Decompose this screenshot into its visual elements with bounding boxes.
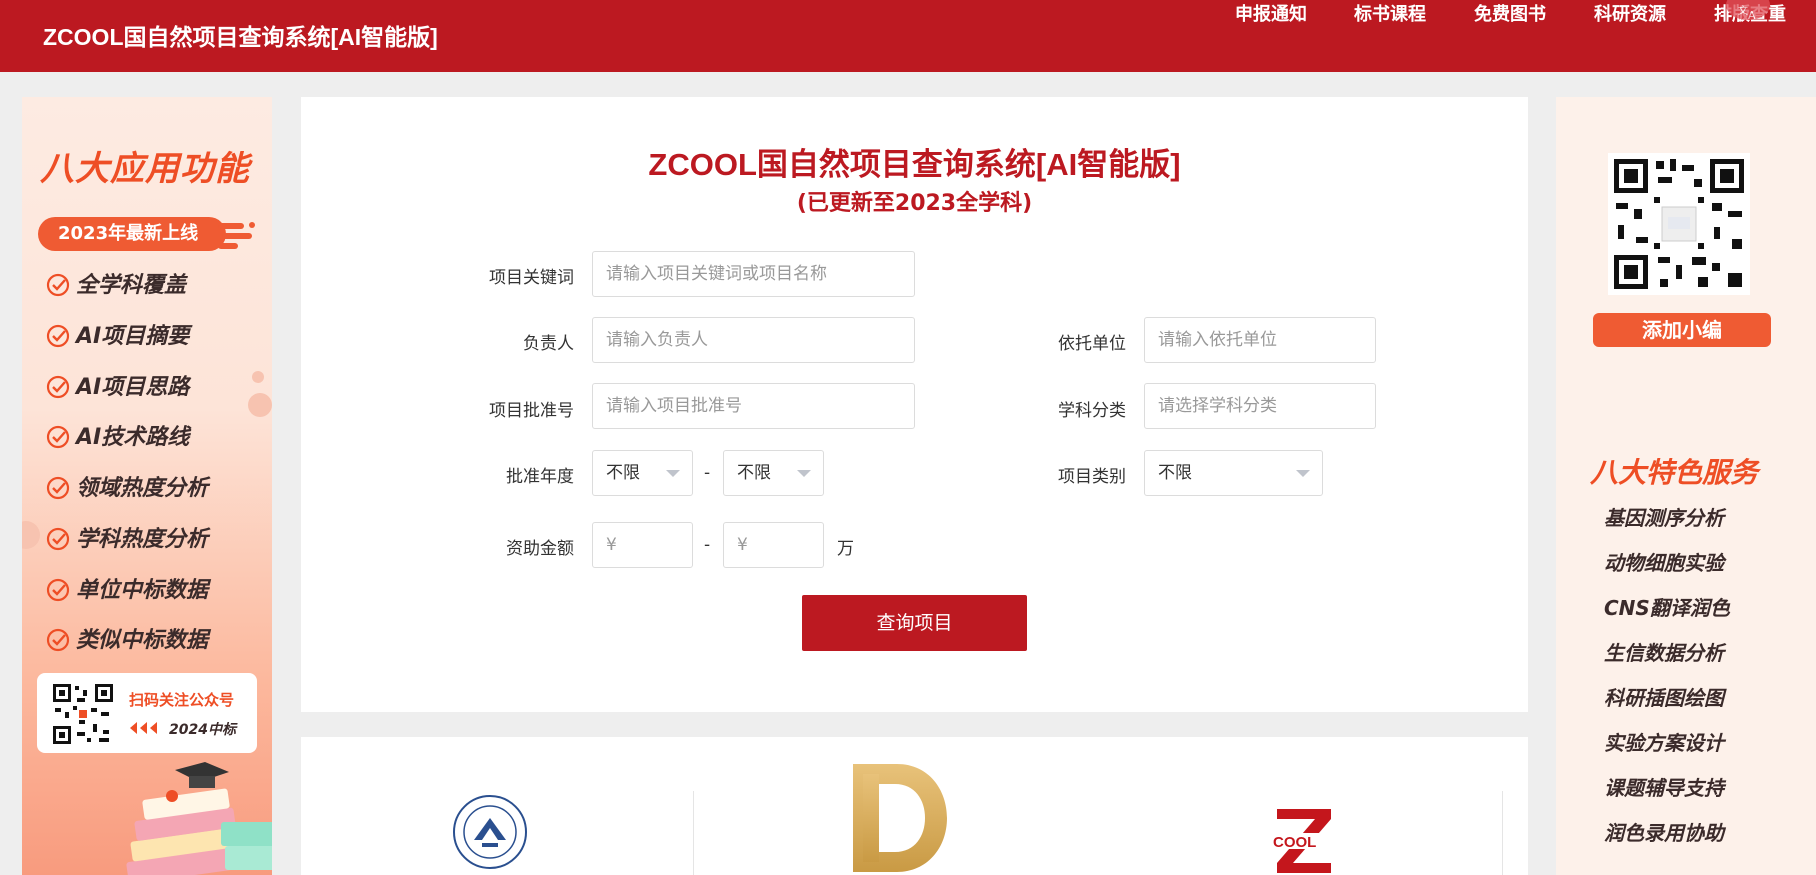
leader-label: 负责人 bbox=[523, 334, 574, 354]
decor-dots-icon bbox=[248, 371, 272, 417]
service-item: CNS翻译润色 bbox=[1604, 596, 1730, 620]
search-button[interactable]: 查询项目 bbox=[802, 595, 1027, 651]
chevron-down-icon bbox=[666, 470, 680, 477]
discipline-select[interactable]: 请选择学科分类 bbox=[1144, 383, 1376, 429]
left-feature-8: 类似中标数据 bbox=[46, 622, 246, 653]
year-from-select[interactable]: 不限 bbox=[592, 450, 693, 496]
check-circle-icon bbox=[46, 375, 70, 399]
institution-input[interactable]: 请输入依托单位 bbox=[1144, 317, 1376, 363]
site-brand[interactable]: ZCOOL国自然项目查询系统[AI智能版] bbox=[43, 18, 438, 52]
left-feature-5: 领域热度分析 bbox=[46, 470, 246, 501]
service-item: 课题辅导支持 bbox=[1604, 776, 1724, 800]
left-feature-label: AI项目摘要 bbox=[76, 324, 190, 349]
category-select[interactable]: 不限 bbox=[1144, 450, 1323, 496]
left-feature-label: 领域热度分析 bbox=[76, 476, 209, 501]
chevron-down-icon bbox=[797, 470, 811, 477]
left-banner-badge: 2023年最新上线 bbox=[38, 217, 226, 251]
svg-text:A: A bbox=[1748, 9, 1756, 22]
svg-text:COOL: COOL bbox=[1273, 834, 1316, 851]
badge-speed-lines-icon bbox=[218, 222, 255, 249]
check-circle-icon bbox=[46, 476, 70, 500]
left-qr-box: 扫码关注公众号 2024中标 bbox=[37, 673, 257, 753]
nav-item-resources[interactable]: 科研资源 bbox=[1594, 0, 1666, 26]
keyword-input[interactable]: 请输入项目关键词或项目名称 bbox=[592, 251, 915, 297]
funding-label: 资助金额 bbox=[506, 539, 574, 559]
service-item: 动物细胞实验 bbox=[1604, 551, 1724, 575]
left-feature-label: 类似中标数据 bbox=[76, 628, 209, 653]
page-title: ZCOOL国自然项目查询系统[AI智能版] bbox=[648, 147, 1181, 182]
left-feature-7: 单位中标数据 bbox=[46, 572, 246, 603]
books-graduation-icon bbox=[126, 762, 272, 875]
decor-circle-icon bbox=[22, 521, 40, 549]
check-circle-icon bbox=[46, 273, 70, 297]
funding-to-input[interactable]: ¥ bbox=[723, 522, 824, 568]
left-banner-title: 八大应用功能 bbox=[40, 149, 250, 189]
right-promo-banner[interactable]: 添加小编 八大特色服务 基因测序分析 动物细胞实验 CNS翻译润色 生信数据分析… bbox=[1556, 97, 1816, 875]
svg-text:文: 文 bbox=[1738, 4, 1748, 17]
left-feature-label: AI技术路线 bbox=[76, 425, 190, 450]
check-circle-icon bbox=[46, 628, 70, 652]
year-from-value: 不限 bbox=[606, 463, 640, 483]
discipline-label: 学科分类 bbox=[1058, 401, 1126, 421]
funding-unit: 万 bbox=[837, 539, 854, 559]
keyword-label: 项目关键词 bbox=[489, 268, 574, 288]
qr-code-icon[interactable] bbox=[1608, 153, 1750, 295]
chevron-down-icon bbox=[1296, 470, 1310, 477]
translate-glyph: 文 A bbox=[1738, 4, 1756, 22]
check-circle-icon bbox=[46, 527, 70, 551]
left-feature-1: 全学科覆盖 bbox=[46, 267, 246, 298]
service-item: 科研插图绘图 bbox=[1604, 686, 1724, 710]
left-feature-label: 全学科覆盖 bbox=[76, 273, 187, 298]
qr-sub-label: 2024中标 bbox=[169, 722, 236, 738]
check-circle-icon bbox=[46, 425, 70, 449]
funding-separator: - bbox=[704, 535, 711, 555]
year-label: 批准年度 bbox=[506, 467, 574, 487]
university-seal-logo[interactable] bbox=[452, 794, 528, 870]
right-banner-title: 八大特色服务 bbox=[1590, 456, 1759, 489]
institution-label: 依托单位 bbox=[1058, 334, 1126, 354]
check-circle-icon bbox=[46, 324, 70, 348]
left-feature-label: 学科热度分析 bbox=[76, 527, 209, 552]
service-item: 润色录用协助 bbox=[1604, 821, 1724, 845]
top-navbar: ZCOOL国自然项目查询系统[AI智能版] 申报通知 标书课程 免费图书 科研资… bbox=[0, 0, 1816, 72]
funding-from-input[interactable]: ¥ bbox=[592, 522, 693, 568]
nav-item-courses[interactable]: 标书课程 bbox=[1354, 0, 1426, 26]
partner-logos: COOL bbox=[301, 737, 1528, 875]
nav-item-books[interactable]: 免费图书 bbox=[1474, 0, 1546, 26]
logo-divider bbox=[693, 791, 694, 875]
gold-d-logo[interactable] bbox=[849, 760, 949, 875]
zcool-logo[interactable]: COOL bbox=[1271, 807, 1337, 875]
category-value: 不限 bbox=[1158, 463, 1192, 483]
qr-sub-text: 2024中标 bbox=[129, 719, 236, 739]
search-panel: ZCOOL国自然项目查询系统[AI智能版] (已更新至2023全学科) 项目关键… bbox=[301, 97, 1528, 712]
left-feature-2: AI项目摘要 bbox=[46, 318, 246, 349]
arrows-left-icon bbox=[130, 722, 157, 734]
service-item: 生信数据分析 bbox=[1604, 641, 1724, 665]
category-label: 项目类别 bbox=[1058, 467, 1126, 487]
qr-follow-text: 扫码关注公众号 bbox=[129, 691, 235, 709]
left-feature-4: AI技术路线 bbox=[46, 419, 246, 450]
qr-code-icon bbox=[51, 682, 115, 746]
left-feature-6: 学科热度分析 bbox=[46, 521, 246, 552]
left-feature-label: AI项目思路 bbox=[76, 375, 190, 400]
year-separator: - bbox=[704, 463, 711, 483]
page-subtitle: (已更新至2023全学科) bbox=[796, 191, 1033, 216]
approval-no-label: 项目批准号 bbox=[489, 401, 574, 421]
logo-divider bbox=[1502, 791, 1503, 875]
left-feature-3: AI项目思路 bbox=[46, 369, 246, 400]
year-to-value: 不限 bbox=[737, 463, 771, 483]
approval-no-input[interactable]: 请输入项目批准号 bbox=[592, 383, 915, 429]
left-feature-label: 单位中标数据 bbox=[76, 578, 209, 603]
nav-item-notice[interactable]: 申报通知 bbox=[1235, 0, 1307, 26]
year-to-select[interactable]: 不限 bbox=[723, 450, 824, 496]
add-editor-button[interactable]: 添加小编 bbox=[1593, 313, 1771, 347]
check-circle-icon bbox=[46, 578, 70, 602]
service-item: 基因测序分析 bbox=[1604, 506, 1724, 530]
left-promo-banner[interactable]: 八大应用功能 2023年最新上线 全学科覆盖 AI项目摘要 AI项目思路 AI技… bbox=[22, 97, 272, 875]
service-item: 实验方案设计 bbox=[1604, 731, 1724, 755]
leader-input[interactable]: 请输入负责人 bbox=[592, 317, 915, 363]
